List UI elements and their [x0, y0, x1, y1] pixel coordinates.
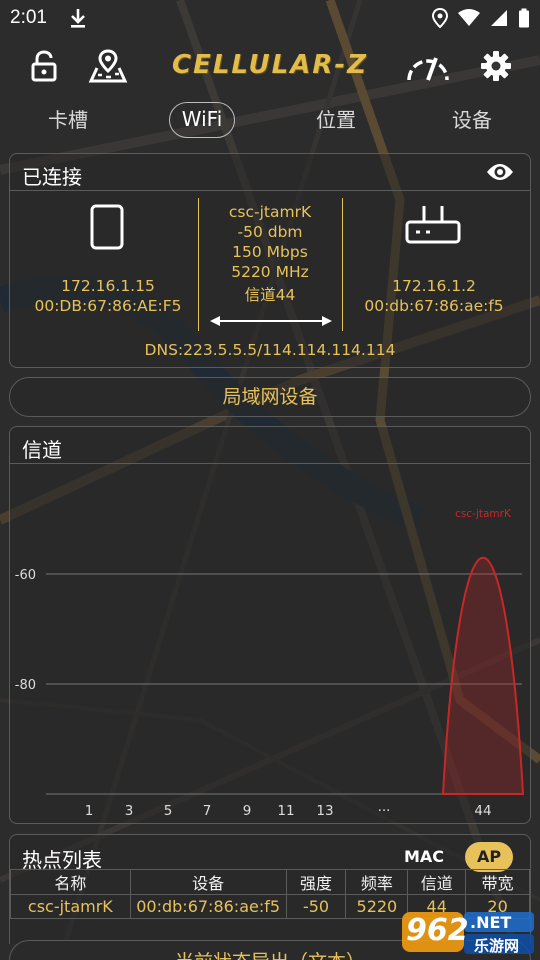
x-tick-label: 44 — [474, 803, 491, 819]
double-arrow-icon — [210, 312, 332, 331]
dns-text: DNS:223.5.5.5/114.114.114.114 — [144, 341, 396, 359]
cell-signal-icon — [490, 9, 508, 31]
x-tick-label: 1 — [85, 803, 94, 819]
unlock-icon[interactable] — [24, 46, 64, 86]
device-ip: 172.16.1.15 — [61, 277, 155, 295]
cell-device: 00:db:67:86:ae:f5 — [129, 894, 287, 919]
channel-title: 信道 — [22, 438, 62, 462]
x-tick-label: 11 — [277, 803, 294, 819]
series-label: csc-jtamrK — [455, 508, 512, 520]
tab-device[interactable]: 设备 — [444, 102, 500, 138]
y-tick-label: -80 — [15, 678, 36, 693]
divider-left — [198, 198, 199, 331]
ssid: csc-jtamrK — [228, 203, 312, 221]
connected-panel: 已连接 172.16.1.15 00:DB:67:86:AE:F5 csc-jt… — [9, 153, 531, 368]
x-tick-label: ··· — [378, 803, 391, 819]
eye-icon[interactable] — [486, 162, 514, 186]
x-tick-label: 9 — [243, 803, 252, 819]
location-icon — [431, 7, 449, 32]
watermark-number: 962 — [406, 913, 469, 948]
app-logo: CELLULAR-Z — [171, 50, 369, 80]
router-mac: 00:db:67:86:ae:f5 — [364, 297, 504, 315]
x-tick-label: 7 — [203, 803, 212, 819]
ap-toggle[interactable]: AP — [465, 842, 513, 872]
watermark-suffix: .NET — [470, 913, 512, 932]
cell-strength: -50 — [285, 894, 347, 919]
divider-right — [342, 198, 343, 331]
download-icon — [68, 7, 88, 33]
lan-devices-button[interactable]: 局域网设备 — [9, 377, 531, 417]
connected-title: 已连接 — [22, 165, 82, 189]
tab-bar: 卡槽 WiFi 位置 设备 — [0, 98, 540, 142]
battery-icon — [518, 8, 530, 32]
device-mac: 00:DB:67:86:AE:F5 — [34, 297, 182, 315]
tab-sim-slot[interactable]: 卡槽 — [40, 102, 96, 138]
channel-label: 信道44 — [244, 286, 296, 304]
channel-panel: 信道 -60 -80 1 3 5 7 9 11 13 ··· 44 csc-jtamrK — [9, 426, 531, 824]
wifi-signal-icon — [458, 9, 480, 31]
router-icon — [404, 204, 462, 250]
frequency: 5220 MHz — [231, 263, 309, 281]
x-tick-label: 5 — [164, 803, 173, 819]
router-ip: 172.16.1.2 — [392, 277, 476, 295]
tab-location[interactable]: 位置 — [308, 102, 364, 138]
link-speed: 150 Mbps — [232, 243, 308, 261]
col-name: 名称 — [10, 869, 131, 895]
status-time: 2:01 — [10, 7, 47, 28]
map-location-icon[interactable] — [88, 46, 128, 86]
x-tick-label: 3 — [125, 803, 134, 819]
cell-name: csc-jtamrK — [10, 894, 131, 919]
toolbar: CELLULAR-Z — [0, 44, 540, 90]
mac-toggle[interactable]: MAC — [394, 842, 454, 872]
y-tick-label: -60 — [15, 568, 36, 583]
col-channel: 信道 — [407, 869, 467, 895]
speedometer-icon[interactable] — [404, 46, 452, 86]
signal-strength: -50 dbm — [237, 223, 303, 241]
col-frequency: 频率 — [345, 869, 409, 895]
site-watermark: 962 .NET 乐游网 — [398, 908, 538, 958]
tab-wifi[interactable]: WiFi — [169, 102, 235, 138]
col-device: 设备 — [129, 869, 287, 895]
col-bandwidth: 带宽 — [465, 869, 530, 895]
watermark-site: 乐游网 — [474, 937, 520, 955]
channel-chart: -60-801 3 5 7 9 11 13 ··· 44csc-jtamrK — [15, 508, 525, 819]
col-strength: 强度 — [285, 869, 347, 895]
phone-icon — [90, 204, 124, 254]
settings-gear-icon[interactable] — [476, 46, 516, 86]
status-bar: 2:01 — [0, 0, 540, 36]
signal-curve — [441, 556, 525, 795]
x-tick-label: 13 — [316, 803, 333, 819]
